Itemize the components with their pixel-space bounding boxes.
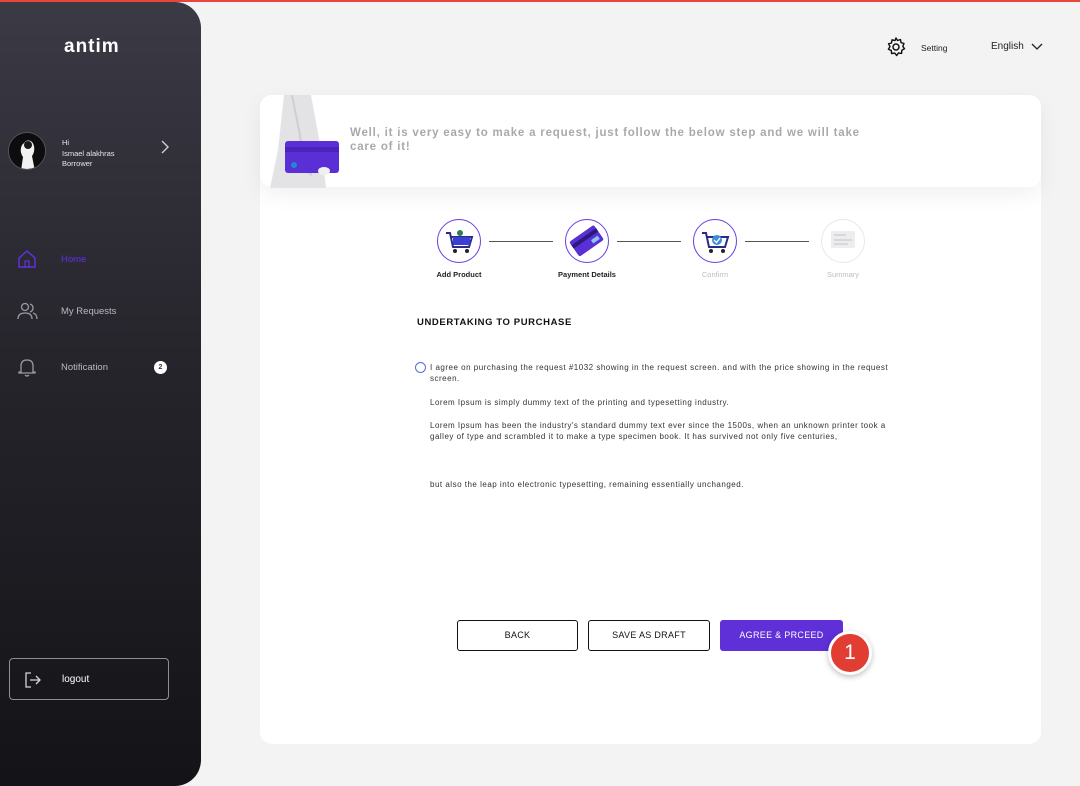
cart-icon (446, 230, 474, 253)
step-circle (437, 219, 481, 263)
paragraph-2: Lorem Ipsum has been the industry's stan… (430, 421, 886, 441)
step-label: Confirm (701, 270, 729, 279)
info-banner: Well, it is very easy to make a request,… (260, 95, 1041, 188)
users-icon (17, 302, 38, 320)
logout-button[interactable]: logout (9, 658, 169, 700)
annotation-marker: 1 (828, 631, 872, 675)
sidebar-item-label: My Requests (61, 306, 117, 317)
paragraph-3: but also the leap into electronic typese… (430, 480, 744, 489)
person-with-card-illustration (270, 95, 339, 188)
setting-button[interactable]: Setting (885, 36, 965, 58)
step-circle (693, 219, 737, 263)
bell-icon (18, 359, 36, 377)
step-circle (821, 219, 865, 263)
avatar (8, 132, 46, 170)
app-logo[interactable]: antim (64, 36, 120, 58)
language-label: English (991, 41, 1024, 52)
agree-checkbox[interactable] (415, 362, 426, 373)
step-label: Summary (826, 270, 860, 279)
step-label: Payment Details (558, 270, 616, 279)
step-circle (565, 219, 609, 263)
sidebar: antim Hi Ismael alakhras Borrower Home M… (0, 2, 201, 786)
sidebar-item-label: Home (61, 254, 87, 265)
notification-badge: 2 (154, 361, 167, 374)
step-label: Add Product (436, 270, 482, 279)
agree-proceed-button[interactable]: AGREE & PRCEED (720, 620, 843, 651)
chevron-down-icon (1031, 43, 1043, 50)
gear-icon (887, 37, 906, 57)
logout-label: logout (62, 674, 90, 685)
sidebar-item-my-requests[interactable]: My Requests (16, 300, 186, 324)
language-dropdown[interactable]: English (991, 40, 1051, 54)
sidebar-item-notification[interactable]: Notification 2 (16, 356, 186, 380)
credit-card-icon (569, 225, 604, 257)
home-icon (18, 250, 36, 268)
cart-check-icon (702, 232, 730, 253)
agree-text: I agree on purchasing the request #1032 … (430, 363, 889, 383)
document-icon (831, 231, 855, 248)
profile-greeting: Hi (62, 138, 70, 147)
profile-name: Ismael alakhras (62, 148, 115, 158)
step-summary[interactable]: Summary (798, 219, 888, 279)
sidebar-item-home[interactable]: Home (16, 248, 186, 272)
profile-card[interactable]: Hi Ismael alakhras Borrower (8, 132, 193, 174)
logout-icon (25, 672, 41, 688)
step-confirm[interactable]: Confirm (670, 219, 760, 279)
main-card: Well, it is very easy to make a request,… (260, 95, 1041, 744)
save-draft-button[interactable]: SAVE AS DRAFT (588, 620, 710, 651)
paragraph-1: Lorem Ipsum is simply dummy text of the … (430, 398, 730, 407)
profile-role: Borrower (62, 159, 93, 168)
sidebar-item-label: Notification (61, 362, 108, 373)
setting-label: Setting (921, 43, 948, 53)
section-title: UNDERTAKING TO PURCHASE (417, 317, 572, 328)
profile-info: Hi Ismael alakhras Borrower (62, 138, 115, 170)
banner-text: Well, it is very easy to make a request,… (350, 127, 860, 153)
step-add-product[interactable]: Add Product (414, 219, 504, 279)
chevron-right-icon[interactable] (159, 139, 171, 155)
back-button[interactable]: BACK (457, 620, 578, 651)
step-payment-details[interactable]: Payment Details (542, 219, 632, 279)
